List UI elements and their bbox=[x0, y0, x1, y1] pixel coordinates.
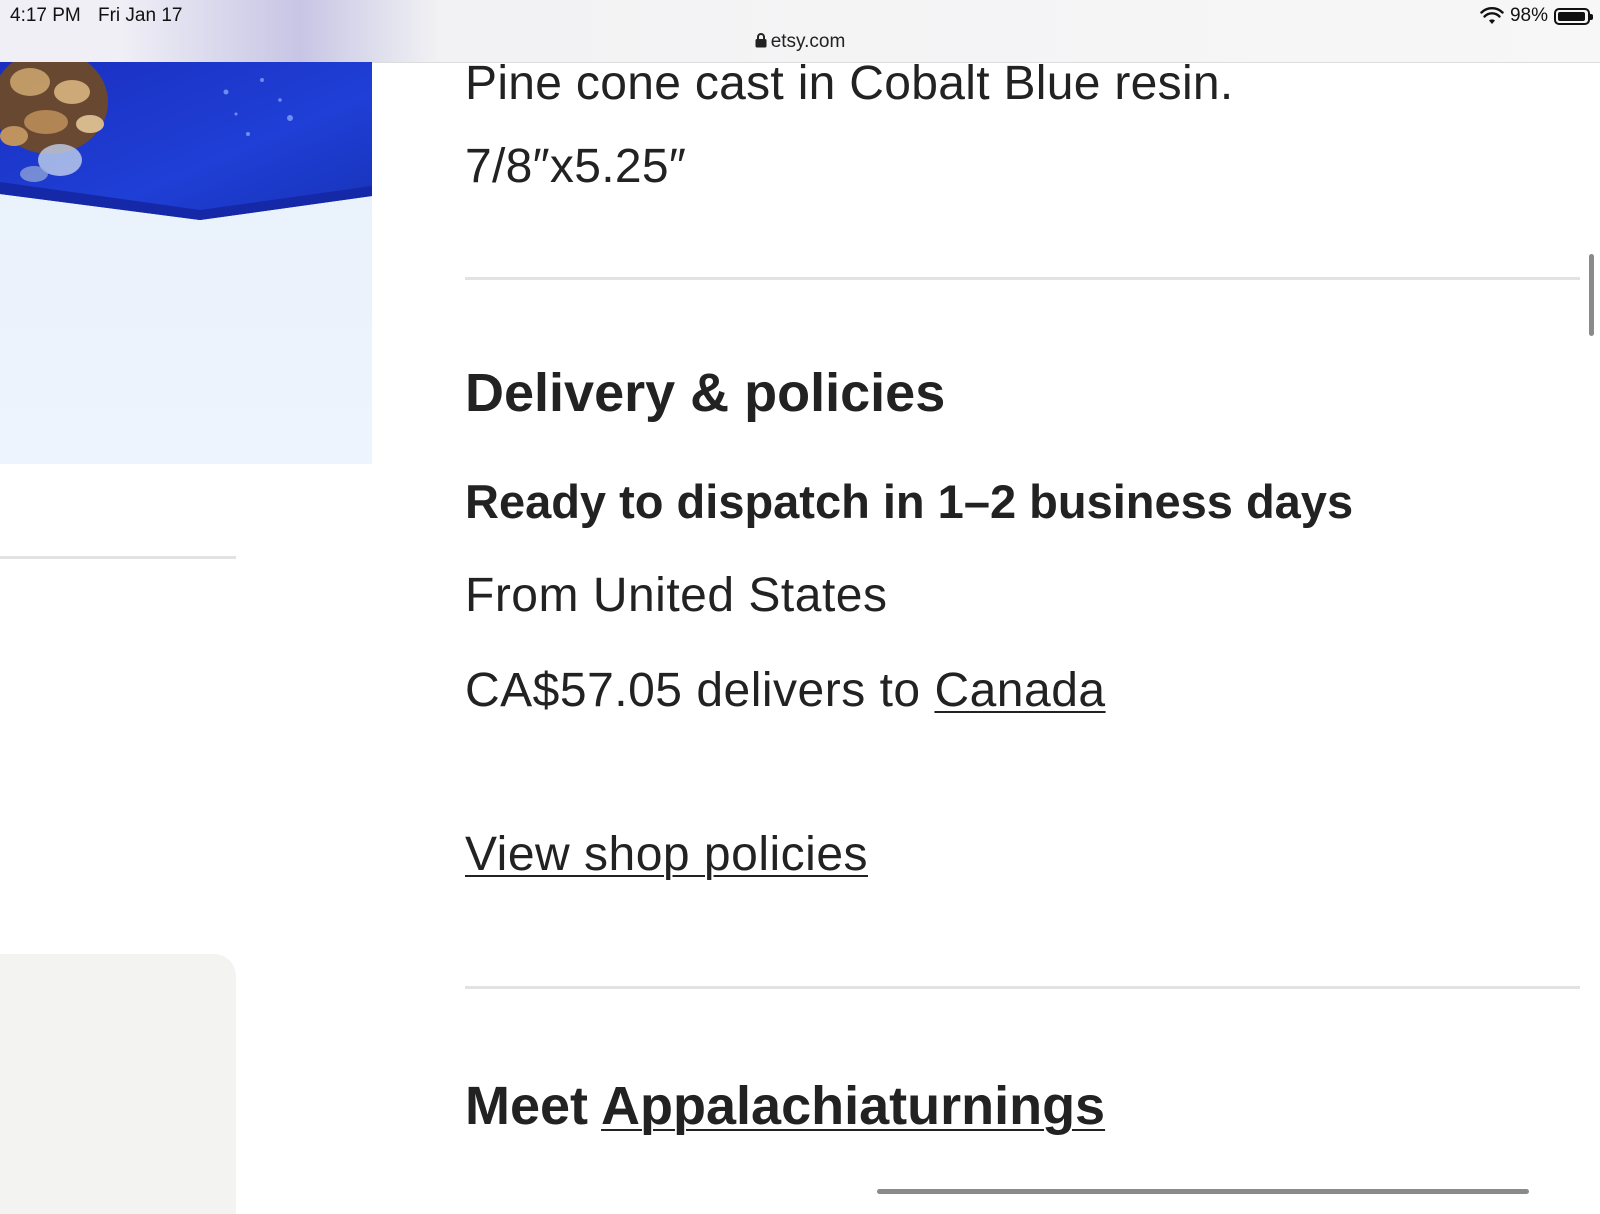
wifi-icon bbox=[1480, 7, 1504, 24]
view-shop-policies: View shop policies bbox=[465, 827, 868, 882]
battery-nub bbox=[1590, 13, 1593, 20]
description-text: Pine cone cast in Cobalt Blue resin. bbox=[465, 57, 1234, 110]
section-divider bbox=[465, 277, 1580, 280]
url-text: etsy.com bbox=[770, 31, 846, 52]
meet-prefix: Meet bbox=[465, 1076, 602, 1136]
delivery-policies-heading: Delivery & policies bbox=[465, 363, 946, 423]
lock-icon bbox=[755, 33, 767, 48]
meet-seller-heading: Meet Appalachiaturnings bbox=[465, 1075, 1105, 1137]
country-link[interactable]: Canada bbox=[934, 664, 1105, 717]
product-image[interactable] bbox=[0, 62, 372, 464]
section-divider bbox=[465, 986, 1580, 989]
status-bar: 4:17 PM Fri Jan 17 etsy.com 98% bbox=[0, 0, 1600, 63]
status-indicators: 98% bbox=[1480, 3, 1593, 29]
view-shop-policies-link[interactable]: View shop policies bbox=[465, 828, 868, 881]
delivery-cost-text: CA$57.05 delivers to bbox=[465, 664, 935, 717]
vertical-scrollbar[interactable] bbox=[1589, 254, 1594, 336]
description-dimensions: 7/8″x5.25″ bbox=[465, 140, 687, 193]
status-date: Fri Jan 17 bbox=[98, 5, 183, 26]
status-time: 4:17 PM bbox=[10, 5, 81, 26]
left-card bbox=[0, 954, 236, 1214]
battery-level-fill bbox=[1558, 11, 1585, 21]
battery-percent: 98% bbox=[1509, 5, 1548, 26]
horizontal-scrollbar[interactable] bbox=[877, 1189, 1529, 1194]
origin-text: From United States bbox=[465, 569, 888, 622]
delivery-cost: CA$57.05 delivers to Canada bbox=[465, 663, 1106, 718]
resin-pinecone-picture bbox=[0, 62, 372, 464]
battery-icon bbox=[1554, 7, 1593, 25]
left-divider bbox=[0, 556, 236, 559]
address-bar[interactable]: etsy.com bbox=[0, 31, 1600, 53]
shop-name-link[interactable]: Appalachiaturnings bbox=[601, 1076, 1105, 1136]
dispatch-time: Ready to dispatch in 1–2 business days bbox=[465, 475, 1354, 528]
